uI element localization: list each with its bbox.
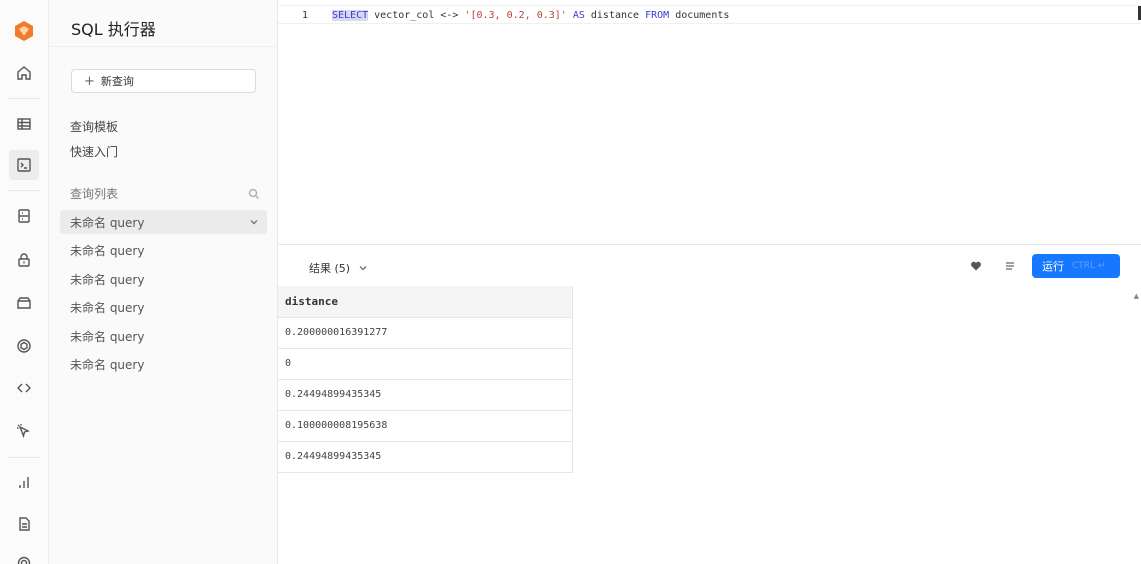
query-list-item[interactable]: 未命名 query xyxy=(60,238,267,262)
code-text[interactable]: SELECT vector_col <-> '[0.3, 0.2, 0.3]' … xyxy=(332,10,729,21)
page-title: SQL 执行器 xyxy=(71,20,156,39)
query-sidebar: SQL 执行器 + 新查询 查询模板 快速入门 查询列表 未命名 query 未… xyxy=(49,0,278,564)
query-name: 未命名 query xyxy=(70,357,145,372)
icon-rail xyxy=(0,0,49,564)
lock-icon[interactable] xyxy=(9,245,39,275)
app-logo-icon[interactable] xyxy=(13,20,35,42)
query-name: 未命名 query xyxy=(70,329,145,344)
favorite-heart-icon[interactable] xyxy=(970,260,982,272)
storage-icon[interactable] xyxy=(9,288,39,318)
search-icon[interactable] xyxy=(248,188,260,200)
table-row: 0.24494899435345 xyxy=(278,379,573,411)
keyword-as: AS xyxy=(566,10,585,21)
keyword-from: FROM xyxy=(645,10,670,21)
plus-icon: + xyxy=(84,73,95,89)
results-table: distance 0.200000016391277 0 0.244948994… xyxy=(278,286,573,473)
rail-divider xyxy=(8,190,40,191)
column-header[interactable]: distance xyxy=(278,286,573,318)
sql-editor[interactable]: 1 SELECT vector_col <-> '[0.3, 0.2, 0.3]… xyxy=(278,0,1141,245)
format-icon[interactable] xyxy=(1004,260,1016,272)
table-cell[interactable]: 0 xyxy=(278,348,573,380)
table-cell[interactable]: 0.24494899435345 xyxy=(278,441,573,473)
query-list-item[interactable]: 未命名 query xyxy=(60,210,267,234)
table-row: 0.200000016391277 xyxy=(278,317,573,349)
quick-start-link[interactable]: 快速入门 xyxy=(70,143,118,160)
code-part: vector_col <-> xyxy=(368,10,465,21)
chart-icon[interactable] xyxy=(9,467,39,497)
scroll-up-arrow-icon[interactable]: ▲ xyxy=(1134,292,1139,300)
results-dropdown[interactable]: 结果 (5) xyxy=(309,260,368,276)
query-list-item[interactable]: 未命名 query xyxy=(60,324,267,348)
module-icon[interactable] xyxy=(9,331,39,361)
new-query-button[interactable]: + 新查询 xyxy=(71,69,256,93)
code-part: documents xyxy=(669,10,730,21)
query-name: 未命名 query xyxy=(70,300,145,315)
query-list-item[interactable]: 未命名 query xyxy=(60,267,267,291)
query-name: 未命名 query xyxy=(70,272,145,287)
query-templates-link[interactable]: 查询模板 xyxy=(70,118,118,135)
query-list-item[interactable]: 未命名 query xyxy=(60,295,267,319)
table-row: 0.100000008195638 xyxy=(278,410,573,442)
run-button[interactable]: 运行 CTRL ↵ xyxy=(1032,254,1120,278)
string-literal: '[0.3, 0.2, 0.3]' xyxy=(464,10,567,21)
run-shortcut: CTRL ↵ xyxy=(1072,261,1106,271)
pointer-icon[interactable] xyxy=(9,416,39,446)
document-icon[interactable] xyxy=(9,509,39,539)
code-line[interactable]: 1 SELECT vector_col <-> '[0.3, 0.2, 0.3]… xyxy=(278,8,1141,24)
home-icon[interactable] xyxy=(9,58,39,88)
database-icon[interactable] xyxy=(9,201,39,231)
divider xyxy=(49,46,278,47)
query-name: 未命名 query xyxy=(70,243,145,258)
table-icon[interactable] xyxy=(9,109,39,139)
run-label: 运行 xyxy=(1042,260,1064,273)
table-cell[interactable]: 0.100000008195638 xyxy=(278,410,573,442)
table-header-row: distance xyxy=(278,286,573,318)
table-row: 0 xyxy=(278,348,573,380)
rail-divider xyxy=(8,98,40,99)
table-cell[interactable]: 0.24494899435345 xyxy=(278,379,573,411)
table-row: 0.24494899435345 xyxy=(278,441,573,473)
results-toolbar: 结果 (5) 运行 CTRL ↵ xyxy=(278,246,1141,286)
settings-icon[interactable] xyxy=(9,548,39,564)
new-query-label: 新查询 xyxy=(100,75,134,88)
code-icon[interactable] xyxy=(9,373,39,403)
terminal-icon[interactable] xyxy=(9,150,39,180)
query-list-item[interactable]: 未命名 query xyxy=(60,352,267,376)
results-grid: distance 0.200000016391277 0 0.244948994… xyxy=(278,286,1141,564)
line-number: 1 xyxy=(301,10,308,21)
query-list-title: 查询列表 xyxy=(70,187,119,201)
table-cell[interactable]: 0.200000016391277 xyxy=(278,317,573,349)
rail-divider xyxy=(8,457,40,458)
keyword-select: SELECT xyxy=(332,10,369,21)
code-part: distance xyxy=(584,10,646,21)
chevron-down-icon[interactable] xyxy=(249,217,259,227)
chevron-down-icon xyxy=(359,266,367,271)
query-name: 未命名 query xyxy=(70,215,145,230)
results-label: 结果 (5) xyxy=(309,262,351,275)
query-list-header: 查询列表 xyxy=(70,185,260,202)
editor-border xyxy=(278,5,1141,6)
